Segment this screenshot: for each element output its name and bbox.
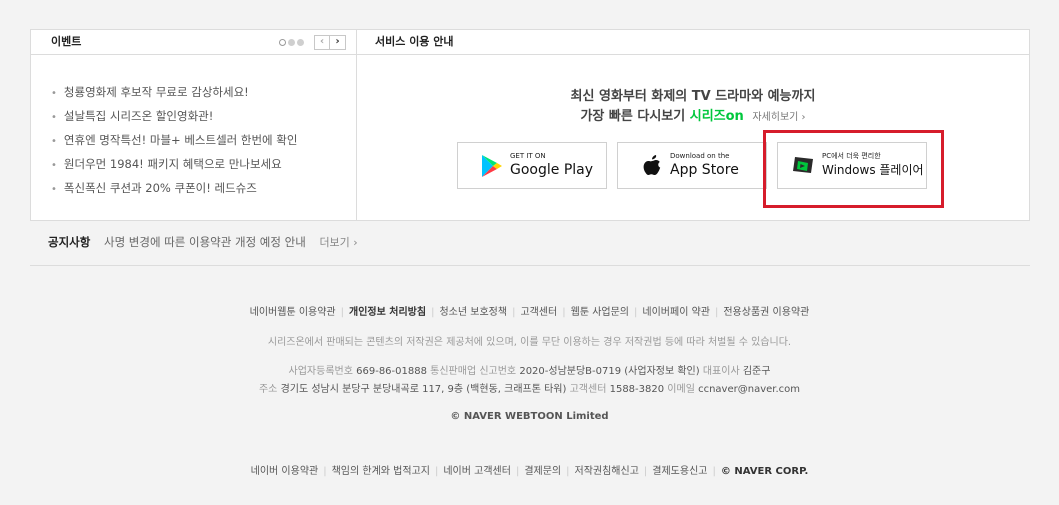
address: 경기도 성남시 분당구 분당내곡로 117, 9층 (백현동, 크래프톤 타워) xyxy=(280,384,567,395)
footer-link[interactable]: 전용상품권 이용약관 xyxy=(723,307,809,318)
cs-label: 고객센터 xyxy=(569,384,607,395)
app-store-button[interactable]: Download on the App Store xyxy=(617,142,767,189)
carousel-dot[interactable] xyxy=(288,39,295,46)
event-item[interactable]: 폭신폭신 쿠션과 20% 쿠폰이! 레드슈즈 xyxy=(51,180,297,204)
service-more-link[interactable]: 자세히보기 › xyxy=(752,112,805,123)
service-subline-text: 가장 빠른 다시보기 xyxy=(580,109,686,124)
event-item[interactable]: 연휴엔 명작특선! 마블+ 베스트셀러 한번에 확인 xyxy=(51,132,298,156)
footer-link[interactable]: 개인정보 처리방침 xyxy=(349,307,426,318)
carousel-arrows: ‹ › xyxy=(314,35,346,50)
email[interactable]: ccnaver@naver.com xyxy=(698,384,800,395)
ceo-name: 김준구 xyxy=(742,366,771,377)
footer-link[interactable]: 책임의 한계와 법적고지 xyxy=(332,466,430,477)
event-item[interactable]: 설날특집 시리즈온 할인영화관! xyxy=(51,108,297,132)
service-title: 서비스 이용 안내 xyxy=(375,35,454,48)
carousel-dots xyxy=(279,39,304,46)
footer-link[interactable]: 저작권침해신고 xyxy=(575,466,639,477)
highlight-box xyxy=(763,130,944,208)
app-store-label: App Store xyxy=(670,162,739,178)
cs-number: 1588-3820 xyxy=(609,384,665,395)
footer-link[interactable]: 네이버웹툰 이용약관 xyxy=(250,307,336,318)
sales-label: 통신판매업 신고번호 xyxy=(430,366,517,377)
naver-corp[interactable]: © NAVER CORP. xyxy=(721,466,809,477)
series-on-brand: 시리즈on xyxy=(689,109,744,124)
carousel-dot[interactable] xyxy=(279,39,286,46)
ceo-label: 대표이사 xyxy=(702,366,740,377)
footer-link[interactable]: 고객센터 xyxy=(520,307,557,318)
footer-link[interactable]: 네이버 고객센터 xyxy=(443,466,511,477)
copyright: © NAVER WEBTOON Limited xyxy=(450,411,609,422)
google-play-button[interactable]: GET IT ON Google Play xyxy=(457,142,607,189)
footer-link[interactable]: 청소년 보호정책 xyxy=(439,307,507,318)
reg-label: 사업자등록번호 xyxy=(288,366,353,377)
notice-link[interactable]: 사명 변경에 따른 이용약관 개정 예정 안내 xyxy=(104,235,306,249)
carousel-dot[interactable] xyxy=(297,39,304,46)
copyright-disclaimer: 시리즈온에서 판매되는 콘텐츠의 저작권은 제공처에 있으며, 이를 무단 이용… xyxy=(267,337,792,348)
reg-number: 669-86-01888 xyxy=(356,366,427,377)
apple-icon xyxy=(640,154,664,178)
google-play-icon xyxy=(480,154,504,178)
app-store-small: Download on the xyxy=(670,152,730,160)
footer-link[interactable]: 웹툰 사업문의 xyxy=(571,307,629,318)
footer-link[interactable]: 네이버 이용약관 xyxy=(251,466,319,477)
next-button[interactable]: › xyxy=(330,35,346,50)
event-title: 이벤트 xyxy=(51,35,82,48)
event-panel: 이벤트 ‹ › 청룡영화제 후보작 무료로 감상하세요! 설날특집 시리즈온 할… xyxy=(31,30,357,220)
google-play-small: GET IT ON xyxy=(510,152,546,160)
email-label: 이메일 xyxy=(667,384,695,395)
event-item[interactable]: 원더우먼 1984! 패키지 혜택으로 만나보세요 xyxy=(51,156,297,180)
event-item[interactable]: 청룡영화제 후보작 무료로 감상하세요! xyxy=(51,84,297,108)
address-label: 주소 xyxy=(258,384,278,395)
footer-link[interactable]: 결제문의 xyxy=(524,466,561,477)
service-headline: 최신 영화부터 화제의 TV 드라마와 예능까지 xyxy=(570,89,816,104)
prev-button[interactable]: ‹ xyxy=(314,35,330,50)
footer-link[interactable]: 네이버페이 약관 xyxy=(642,307,710,318)
notice-more-link[interactable]: 더보기 › xyxy=(319,236,357,249)
service-header: 서비스 이용 안내 xyxy=(357,30,1029,55)
sales-number[interactable]: 2020-성남분당B-0719 (사업자정보 확인) xyxy=(519,366,699,377)
event-list: 청룡영화제 후보작 무료로 감상하세요! 설날특집 시리즈온 할인영화관! 연휴… xyxy=(51,84,298,204)
google-play-label: Google Play xyxy=(510,162,594,178)
footer-link[interactable]: 결제도용신고 xyxy=(652,466,707,477)
notice-bar: 공지사항 사명 변경에 따른 이용약관 개정 예정 안내 더보기 › xyxy=(48,234,358,250)
contact-info: 주소 경기도 성남시 분당구 분당내곡로 117, 9층 (백현동, 크래프톤 … xyxy=(0,380,1059,395)
divider xyxy=(30,265,1030,266)
event-header: 이벤트 ‹ › xyxy=(31,30,356,55)
notice-title: 공지사항 xyxy=(48,235,91,249)
business-info: 사업자등록번호 669-86-01888 통신판매업 신고번호 2020-성남분… xyxy=(0,362,1059,377)
service-subline: 가장 빠른 다시보기 시리즈on 자세히보기 › xyxy=(357,105,1029,124)
footer-links: 네이버웹툰 이용약관 | 개인정보 처리방침 | 청소년 보호정책 | 고객센터 | 웹툰 사업… xyxy=(249,307,810,318)
naver-footer-links: 네이버 이용약관 | 책임의 한계와 법적고지 | 네이버 고객센터 | 결제문의 | 저작권침… xyxy=(250,466,809,477)
